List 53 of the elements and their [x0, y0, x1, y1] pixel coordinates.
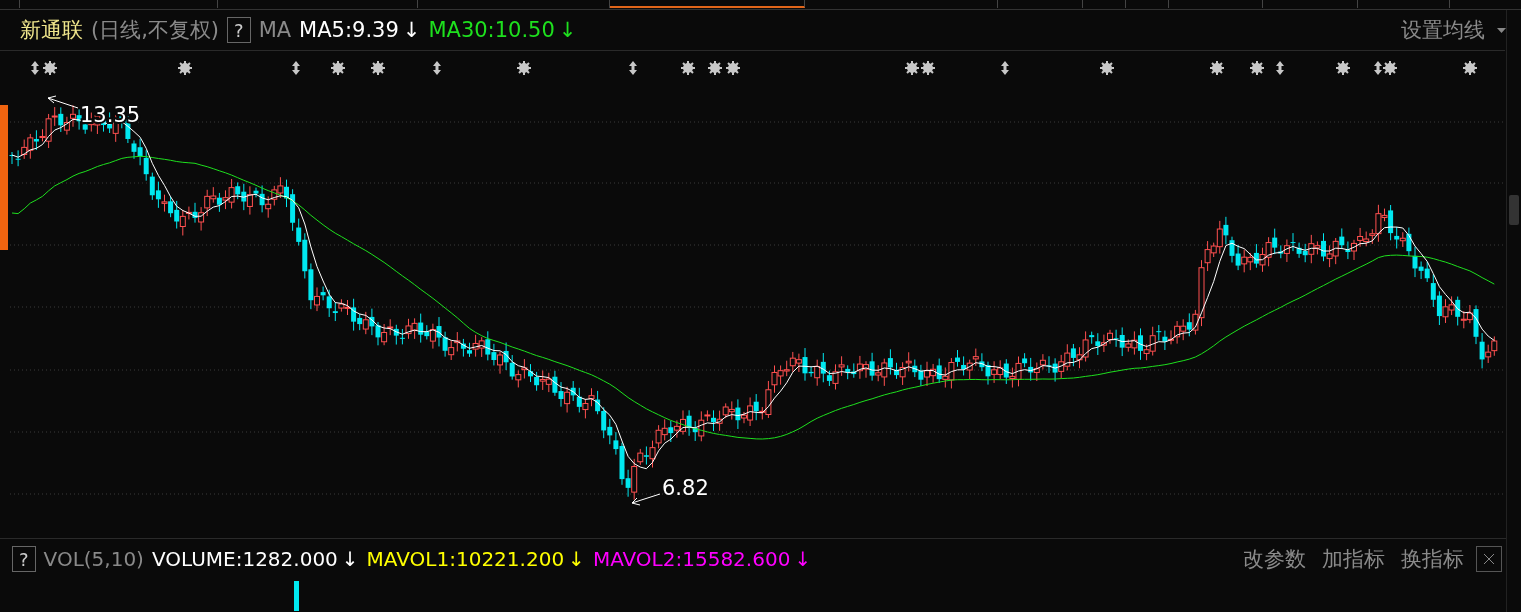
ma-settings-button[interactable]: 设置均线	[1397, 16, 1489, 44]
event-marker-icon[interactable]	[904, 60, 920, 76]
volume-bar	[294, 581, 299, 611]
tab[interactable]	[610, 0, 805, 8]
event-marker-icon[interactable]	[370, 60, 386, 76]
trend-arrow: ↓	[794, 547, 812, 571]
low-price-label: 6.82	[662, 476, 709, 500]
trend-arrow: ↓	[568, 547, 585, 571]
event-marker-icon[interactable]	[725, 60, 741, 76]
close-button[interactable]	[1476, 546, 1502, 572]
volume-value: VOLUME:1282.000	[151, 547, 338, 571]
event-marker-icon[interactable]	[707, 60, 723, 76]
ma-value: MA5:9.39	[299, 18, 399, 42]
indicator-button[interactable]: 改参数	[1239, 545, 1310, 573]
event-marker-icon[interactable]	[920, 60, 936, 76]
high-arrow	[47, 95, 79, 109]
help-button[interactable]: ?	[227, 17, 251, 43]
event-marker-icon[interactable]	[1462, 60, 1478, 76]
indicator-name: MA	[258, 18, 292, 42]
updown-arrow-icon[interactable]	[292, 61, 300, 75]
stock-name: 新通联	[20, 17, 83, 44]
updown-arrow-icon[interactable]	[1001, 61, 1009, 75]
low-arrow	[631, 493, 661, 506]
event-marker-icon[interactable]	[1099, 60, 1115, 76]
event-marker-icon[interactable]	[1209, 60, 1225, 76]
trend-arrow: ↓	[558, 18, 577, 42]
event-marker-icon[interactable]	[177, 60, 193, 76]
trend-arrow: ↓	[402, 18, 421, 42]
help-button[interactable]: ?	[12, 546, 36, 572]
event-marker-icon[interactable]	[42, 60, 58, 76]
caret-icon[interactable]	[1497, 27, 1506, 33]
updown-arrow-icon[interactable]	[31, 61, 39, 75]
event-marker-icon[interactable]	[1382, 60, 1398, 76]
event-marker-icon[interactable]	[680, 60, 696, 76]
indicator-button[interactable]: 加指标	[1318, 545, 1389, 573]
updown-arrow-icon[interactable]	[1374, 61, 1382, 75]
updown-arrow-icon[interactable]	[433, 61, 441, 75]
volume-value: MAVOL1:10221.200	[366, 547, 565, 571]
ma-value: MA30:10.50	[428, 18, 555, 42]
indicator-button[interactable]: 换指标	[1397, 545, 1468, 573]
updown-arrow-icon[interactable]	[1276, 61, 1284, 75]
scrollbar[interactable]	[1506, 10, 1521, 612]
event-marker-icon[interactable]	[330, 60, 346, 76]
close-icon	[1483, 553, 1495, 565]
trend-arrow: ↓	[341, 547, 359, 571]
volume-value: MAVOL2:15582.600	[592, 547, 791, 571]
updown-arrow-icon[interactable]	[629, 61, 637, 75]
scrollbar-thumb[interactable]	[1509, 195, 1519, 225]
period-label: (日线,不复权)	[91, 17, 220, 44]
indicator-name: VOL(5,10)	[43, 547, 144, 571]
event-marker-icon[interactable]	[516, 60, 532, 76]
event-marker-icon[interactable]	[1249, 60, 1265, 76]
event-marker-icon[interactable]	[1335, 60, 1351, 76]
